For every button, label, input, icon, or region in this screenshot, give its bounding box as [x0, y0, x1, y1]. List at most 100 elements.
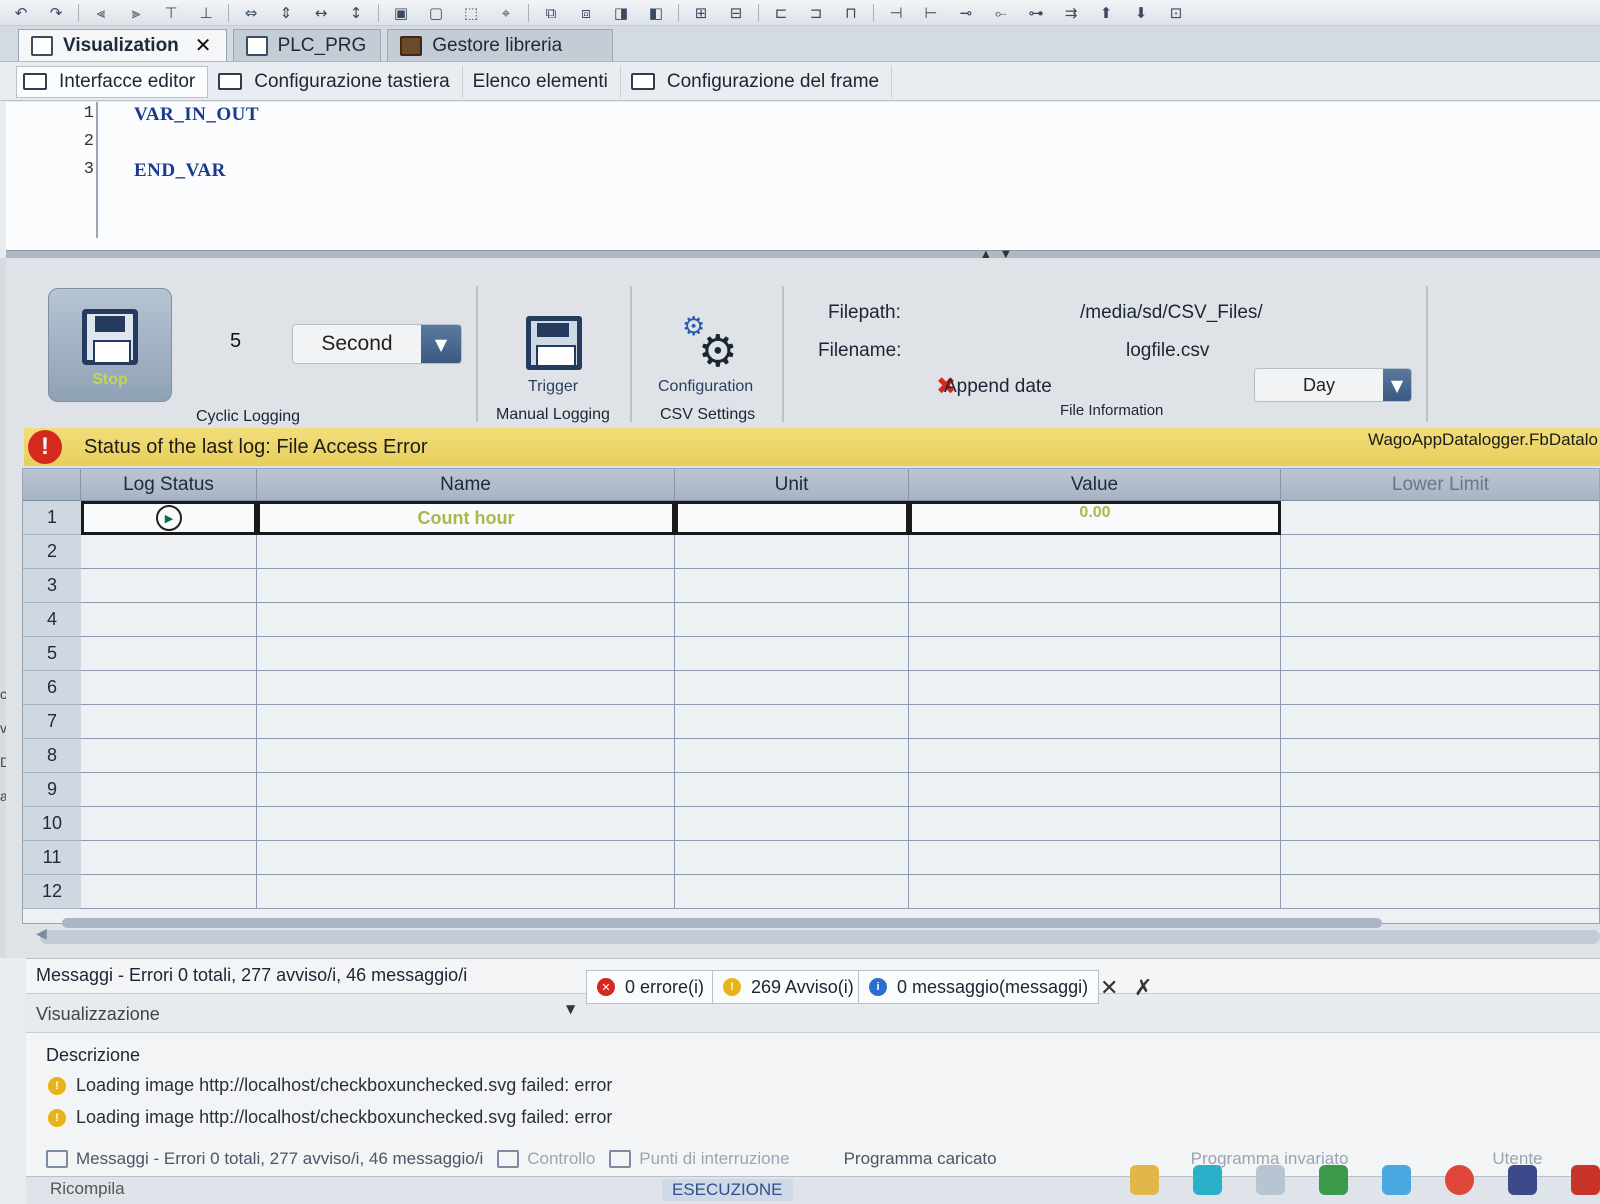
table-cell[interactable] [81, 875, 257, 909]
table-cell[interactable] [81, 637, 257, 671]
canvas-horizontal-scrollbar[interactable] [40, 930, 1600, 944]
table-cell[interactable] [675, 773, 909, 807]
toolbar-same-width-icon[interactable]: ↔ [308, 3, 334, 23]
row-number[interactable]: 9 [23, 773, 81, 807]
toolbar-distribute-icon[interactable]: ⇔ [238, 3, 264, 23]
column-header-log-status[interactable]: Log Status [81, 469, 257, 501]
message-row[interactable]: ! Loading image http://localhost/checkbo… [48, 1107, 612, 1128]
table-cell[interactable] [257, 841, 675, 875]
toolbar-reset-icon[interactable]: ⊶ [1023, 3, 1049, 23]
stop-button[interactable]: Stop [48, 288, 172, 402]
toolbar-align-top-icon[interactable]: ⊤ [158, 3, 184, 23]
close-icon[interactable]: ✕ [195, 33, 212, 58]
code-line[interactable]: END_VAR [134, 160, 226, 182]
tab-interface-editor[interactable]: Interfacce editor [16, 65, 209, 98]
toolbar-layout-c-icon[interactable]: ⊓ [838, 3, 864, 23]
table-cell[interactable] [257, 535, 675, 569]
row-number[interactable]: 5 [23, 637, 81, 671]
table-cell[interactable] [1281, 535, 1599, 569]
message-row[interactable]: ! Loading image http://localhost/checkbo… [48, 1075, 612, 1096]
table-cell[interactable] [1281, 705, 1599, 739]
chevron-down-icon[interactable]: ▼ [566, 1002, 575, 1016]
toolbar-layout-b-icon[interactable]: ⊐ [803, 3, 829, 23]
row-number[interactable]: 10 [23, 807, 81, 841]
table-cell[interactable] [81, 569, 257, 603]
toolbar-contact-icon[interactable]: ⊣ [883, 3, 909, 23]
tab-messages[interactable]: Messaggi - Errori 0 totali, 277 avviso/i… [46, 1149, 483, 1169]
table-cell[interactable] [1281, 603, 1599, 637]
table-cell[interactable] [909, 637, 1281, 671]
configuration-label[interactable]: Configuration [658, 378, 753, 396]
toolbar-align-bottom-icon[interactable]: ⊥ [193, 3, 219, 23]
tab-frame-config[interactable]: Configurazione del frame [625, 65, 893, 98]
table-cell[interactable] [909, 773, 1281, 807]
table-row[interactable] [81, 637, 1599, 671]
table-cell[interactable] [257, 773, 675, 807]
row-number[interactable]: 7 [23, 705, 81, 739]
toolbar-layout-a-icon[interactable]: ⊏ [768, 3, 794, 23]
toolbar-center-icon[interactable]: ⌖ [493, 3, 519, 23]
table-cell[interactable] [1281, 637, 1599, 671]
scroll-left-arrow-icon[interactable]: ◀ [36, 926, 47, 942]
clear-filter-icon[interactable]: ✗ [1134, 976, 1152, 1001]
column-header-unit[interactable]: Unit [675, 469, 909, 501]
table-cell[interactable] [675, 807, 909, 841]
table-cell[interactable] [81, 739, 257, 773]
table-cell[interactable] [81, 841, 257, 875]
table-cell[interactable] [909, 603, 1281, 637]
table-cell[interactable] [257, 637, 675, 671]
table-cell[interactable] [81, 773, 257, 807]
tab-controllo[interactable]: Controllo [497, 1149, 595, 1169]
edge-browser-icon[interactable] [1193, 1165, 1222, 1195]
table-cell[interactable] [909, 671, 1281, 705]
store-icon[interactable] [1256, 1165, 1285, 1195]
table-cell[interactable] [257, 603, 675, 637]
toolbar-align-right-icon[interactable]: ⫸ [123, 3, 149, 23]
toolbar-group-icon[interactable]: ▣ [388, 3, 414, 23]
row-number[interactable]: 11 [23, 841, 81, 875]
toolbar-send-back-icon[interactable]: ⧈ [573, 3, 599, 23]
toolbar-bring-front-icon[interactable]: ⧉ [538, 3, 564, 23]
row-number[interactable]: 3 [23, 569, 81, 603]
toolbar-backward-icon[interactable]: ◧ [643, 3, 669, 23]
table-cell[interactable] [909, 841, 1281, 875]
code-line[interactable]: VAR_IN_OUT [134, 104, 259, 126]
table-cell[interactable] [909, 705, 1281, 739]
table-cell[interactable] [675, 637, 909, 671]
table-cell[interactable] [81, 603, 257, 637]
table-row[interactable] [81, 841, 1599, 875]
row-number[interactable]: 6 [23, 671, 81, 705]
table-cell[interactable] [1281, 807, 1599, 841]
table-cell[interactable] [257, 807, 675, 841]
toolbar-same-height-icon[interactable]: ↕ [343, 3, 369, 23]
table-cell[interactable] [675, 841, 909, 875]
table-cell[interactable] [257, 875, 675, 909]
table-cell[interactable] [675, 705, 909, 739]
table-cell[interactable] [257, 739, 675, 773]
table-cell[interactable] [257, 671, 675, 705]
table-row[interactable] [81, 739, 1599, 773]
row-number[interactable]: 12 [23, 875, 81, 909]
toolbar-branch-icon[interactable]: ⇉ [1058, 3, 1084, 23]
table-cell[interactable] [257, 705, 675, 739]
append-date-dropdown[interactable]: Day ▼ [1254, 368, 1412, 402]
table-cell[interactable] [257, 569, 675, 603]
chrome-icon[interactable] [1445, 1165, 1474, 1195]
toolbar-forward-icon[interactable]: ◨ [608, 3, 634, 23]
toolbar-set-icon[interactable]: ⟜ [988, 3, 1014, 23]
tab-keyboard-config[interactable]: Configurazione tastiera [212, 65, 463, 98]
table-cell[interactable] [909, 807, 1281, 841]
column-header-name[interactable]: Name [257, 469, 675, 501]
filename-value[interactable]: logfile.csv [1126, 340, 1209, 362]
interval-unit-dropdown[interactable]: Second ▼ [292, 324, 462, 364]
table-cell[interactable] [1281, 501, 1599, 535]
table-cell[interactable] [1281, 739, 1599, 773]
toolbar-select-all-icon[interactable]: ⊞ [688, 3, 714, 23]
toolbar-box-icon[interactable]: ⊡ [1163, 3, 1189, 23]
table-cell[interactable] [1281, 875, 1599, 909]
tab-visualization[interactable]: Visualization ✕ [18, 29, 227, 61]
folder-icon[interactable] [1130, 1165, 1159, 1195]
table-cell[interactable] [909, 535, 1281, 569]
table-cell[interactable] [81, 807, 257, 841]
table-cell[interactable] [675, 875, 909, 909]
